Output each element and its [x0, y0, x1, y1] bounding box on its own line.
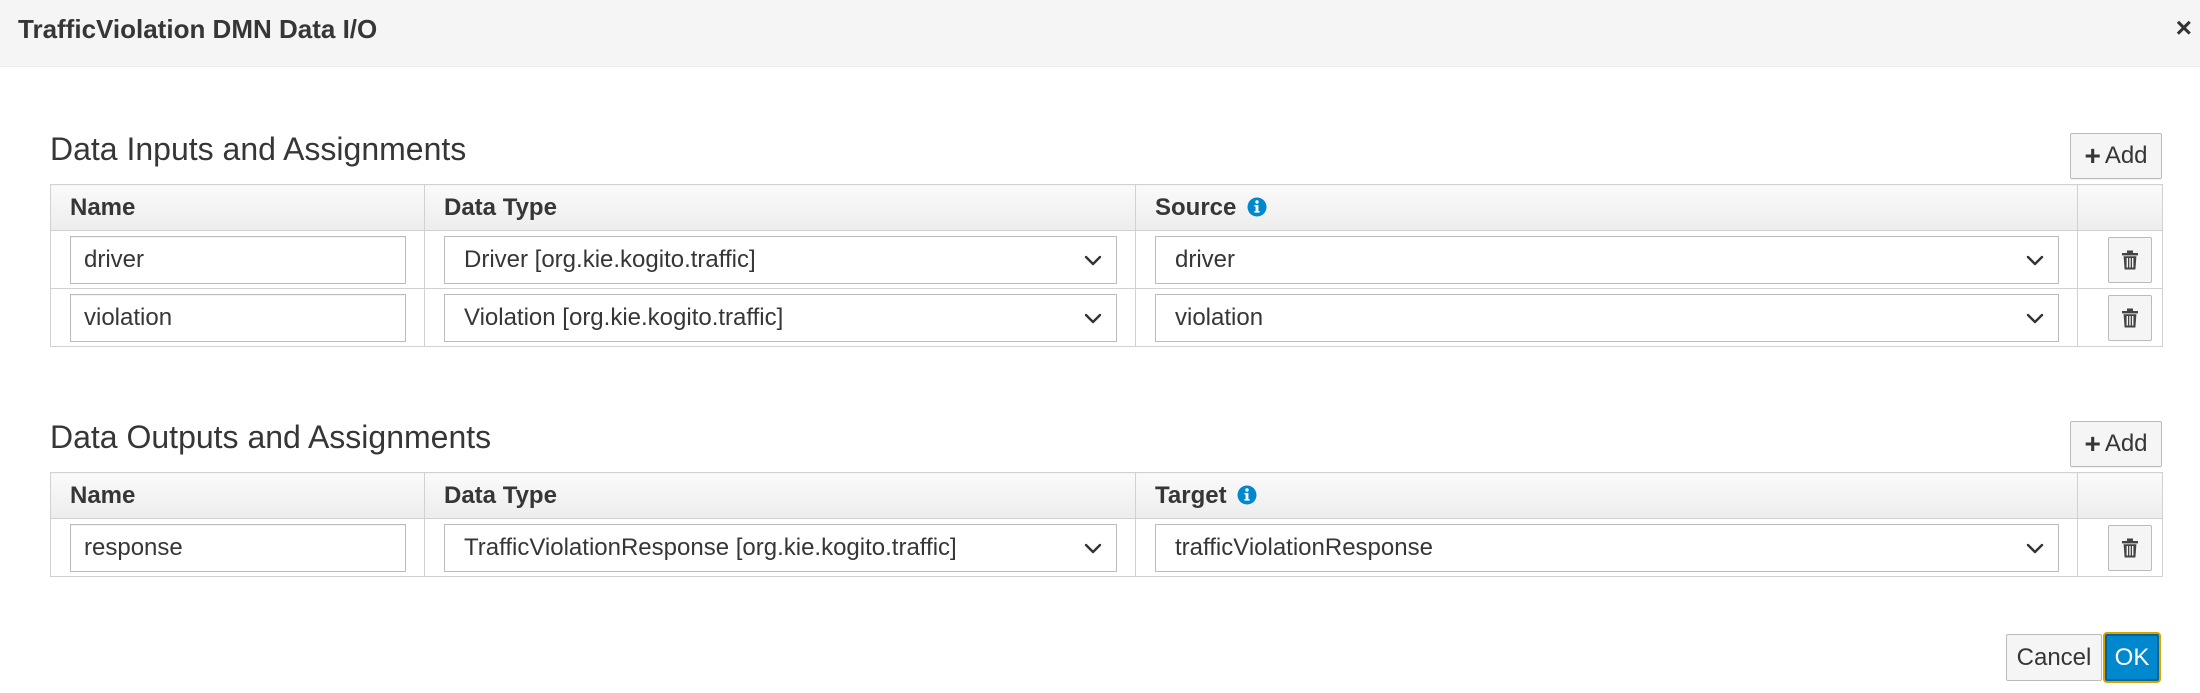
cancel-button[interactable]: Cancel: [2006, 634, 2102, 681]
chevron-down-icon: [1084, 255, 1102, 265]
output-type-select[interactable]: TrafficViolationResponse [org.kie.kogito…: [444, 523, 1117, 572]
input-type-cell: Violation [org.kie.kogito.traffic]: [424, 288, 1136, 347]
trash-icon: [2121, 250, 2138, 269]
input-type-value: Driver [org.kie.kogito.traffic]: [464, 245, 756, 273]
outputs-header-row: Name Data Type Target: [50, 472, 2163, 519]
trash-icon: [2121, 308, 2138, 327]
output-type-value: TrafficViolationResponse [org.kie.kogito…: [464, 533, 957, 561]
inputs-header-actions: [2077, 184, 2163, 231]
info-icon[interactable]: [1247, 197, 1267, 217]
input-source-select[interactable]: violation: [1155, 293, 2059, 342]
outputs-header-type: Data Type: [424, 472, 1136, 519]
output-name-cell: [50, 518, 425, 577]
input-type-select[interactable]: Driver [org.kie.kogito.traffic]: [444, 235, 1117, 284]
add-output-button[interactable]: + Add: [2070, 421, 2162, 467]
table-row: Driver [org.kie.kogito.traffic] driver: [50, 230, 2163, 289]
output-actions-cell: [2077, 518, 2163, 577]
inputs-header-source-label: Source: [1155, 193, 1237, 221]
dialog-title: TrafficViolation DMN Data I/O: [18, 14, 378, 44]
table-row: Violation [org.kie.kogito.traffic] viola…: [50, 288, 2163, 347]
output-target-select[interactable]: trafficViolationResponse: [1155, 523, 2059, 572]
input-source-select[interactable]: driver: [1155, 235, 2059, 284]
input-type-cell: Driver [org.kie.kogito.traffic]: [424, 230, 1136, 289]
chevron-down-icon: [2026, 313, 2044, 323]
input-source-cell: violation: [1135, 288, 2078, 347]
input-type-select[interactable]: Violation [org.kie.kogito.traffic]: [444, 293, 1117, 342]
outputs-header-name: Name: [50, 472, 425, 519]
close-icon[interactable]: ×: [2176, 14, 2192, 42]
input-name-field[interactable]: [70, 293, 406, 342]
input-actions-cell: [2077, 288, 2163, 347]
inputs-section-title: Data Inputs and Assignments: [50, 131, 467, 167]
outputs-header-target: Target: [1135, 472, 2078, 519]
add-output-label: Add: [2104, 430, 2148, 457]
add-input-button[interactable]: + Add: [2070, 133, 2162, 179]
outputs-table: Name Data Type Target response TrafficVi…: [50, 472, 2163, 577]
inputs-header-name: Name: [50, 184, 425, 231]
input-actions-cell: [2077, 230, 2163, 289]
output-target-cell: trafficViolationResponse: [1135, 518, 2078, 577]
input-name-cell: [50, 230, 425, 289]
inputs-header-row: Name Data Type Source: [50, 184, 2163, 231]
chevron-down-icon: [2026, 255, 2044, 265]
delete-input-button[interactable]: [2107, 236, 2152, 283]
output-target-value: trafficViolationResponse: [1175, 533, 1433, 561]
chevron-down-icon: [2026, 543, 2044, 553]
input-source-cell: driver: [1135, 230, 2078, 289]
inputs-header-type: Data Type: [424, 184, 1136, 231]
input-name-cell: [50, 288, 425, 347]
table-row: TrafficViolationResponse [org.kie.kogito…: [50, 518, 2163, 577]
inputs-table: Name Data Type Source driver Driver [org…: [50, 184, 2163, 347]
input-type-value: Violation [org.kie.kogito.traffic]: [464, 303, 784, 331]
chevron-down-icon: [1084, 313, 1102, 323]
add-input-label: Add: [2104, 142, 2148, 169]
outputs-header-actions: [2077, 472, 2163, 519]
input-name-field[interactable]: [70, 235, 406, 284]
output-type-cell: TrafficViolationResponse [org.kie.kogito…: [424, 518, 1136, 577]
output-name-field[interactable]: [70, 523, 406, 572]
delete-output-button[interactable]: [2107, 524, 2152, 571]
outputs-header-target-label: Target: [1155, 481, 1227, 509]
outputs-section-title: Data Outputs and Assignments: [50, 419, 492, 455]
delete-input-button[interactable]: [2107, 294, 2152, 341]
input-source-value: driver: [1175, 245, 1236, 273]
plus-icon: +: [2084, 428, 2101, 459]
plus-icon: +: [2084, 140, 2101, 171]
inputs-header-source: Source: [1135, 184, 2078, 231]
input-source-value: violation: [1175, 303, 1264, 331]
info-icon[interactable]: [1237, 485, 1257, 505]
dialog-header: TrafficViolation DMN Data I/O ×: [0, 0, 2200, 67]
data-io-dialog: TrafficViolation DMN Data I/O × Data Inp…: [0, 0, 2200, 693]
ok-button[interactable]: OK: [2105, 634, 2159, 681]
trash-icon: [2121, 538, 2138, 557]
chevron-down-icon: [1084, 543, 1102, 553]
